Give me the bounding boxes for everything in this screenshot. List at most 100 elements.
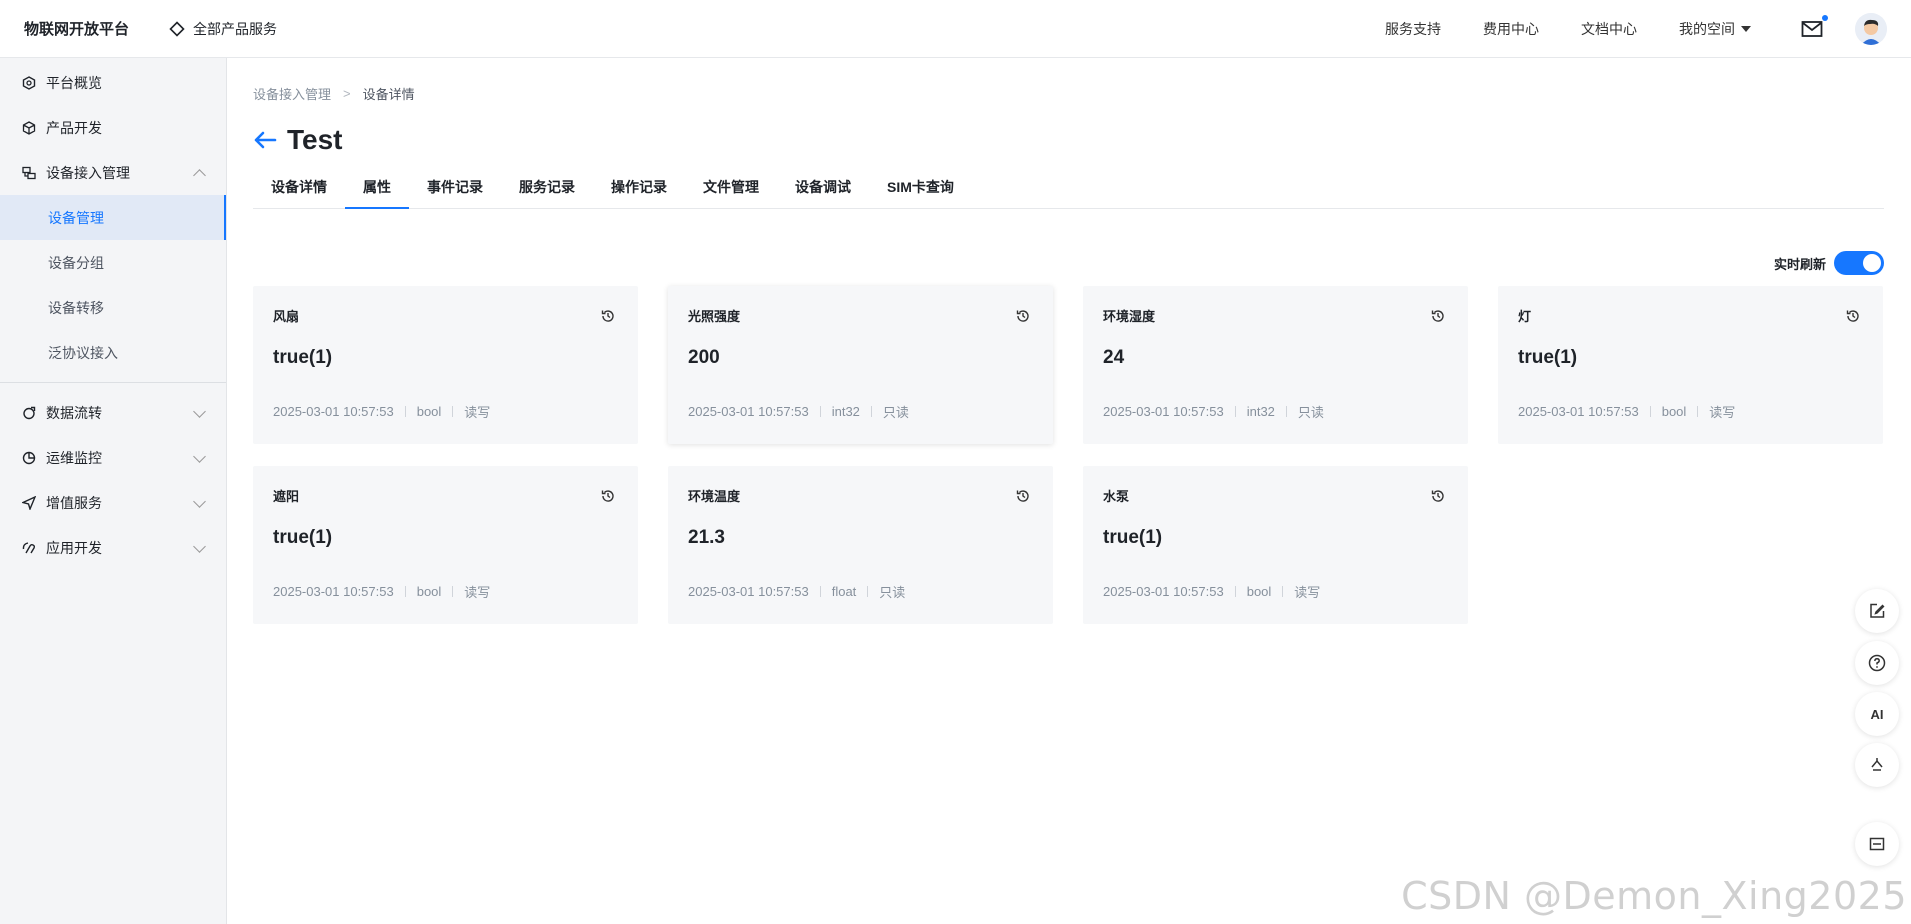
meta-divider (1282, 586, 1284, 597)
property-value: 21.3 (688, 527, 725, 548)
property-name: 灯 (1518, 309, 1532, 324)
property-value: true(1) (1103, 527, 1163, 548)
property-card[interactable]: 环境湿度 24 2025-03-01 10:57:53 int32 只读 (1083, 286, 1468, 444)
tab-properties[interactable]: 属性 (345, 172, 409, 209)
tab-file-management[interactable]: 文件管理 (685, 172, 777, 208)
property-meta: 2025-03-01 10:57:53 int32 只读 (688, 402, 909, 421)
sidebar-item-value-added[interactable]: 增值服务 (0, 480, 226, 525)
chevron-up-icon (193, 169, 206, 182)
sidebar-item-product-dev[interactable]: 产品开发 (0, 105, 226, 150)
property-type: int32 (831, 404, 860, 419)
property-name: 风扇 (273, 309, 300, 324)
sidebar-subitem-device-group[interactable]: 设备分组 (0, 240, 226, 285)
nav-billing-center[interactable]: 费用中心 (1483, 19, 1539, 39)
meta-divider (1697, 406, 1699, 417)
meta-divider (867, 586, 869, 597)
hexagon-icon (21, 75, 37, 91)
property-meta: 2025-03-01 10:57:53 bool 读写 (1103, 582, 1320, 601)
meta-divider (819, 406, 821, 417)
back-arrow-icon[interactable] (253, 130, 277, 150)
property-meta: 2025-03-01 10:57:53 bool 读写 (273, 402, 490, 421)
mail-icon[interactable] (1801, 14, 1828, 38)
edit-float-button[interactable] (1855, 589, 1899, 633)
cube-icon (21, 120, 37, 136)
all-products-label: 全部产品服务 (193, 20, 278, 37)
property-card[interactable]: 风扇 true(1) 2025-03-01 10:57:53 bool 读写 (253, 286, 638, 444)
meta-divider (1649, 406, 1651, 417)
sidebar-subitem-generic-protocol[interactable]: 泛协议接入 (0, 330, 226, 375)
breadcrumb-device-access[interactable]: 设备接入管理 (253, 84, 331, 103)
property-card[interactable]: 水泵 true(1) 2025-03-01 10:57:53 bool 读写 (1083, 466, 1468, 624)
help-icon (1868, 654, 1886, 672)
property-access: 只读 (879, 585, 906, 600)
tab-device-detail[interactable]: 设备详情 (253, 172, 345, 208)
scroll-top-float-button[interactable] (1855, 743, 1899, 787)
history-icon[interactable] (1430, 488, 1446, 504)
sidebar-item-label: 设备接入管理 (46, 164, 130, 181)
history-icon[interactable] (600, 308, 616, 324)
property-time: 2025-03-01 10:57:53 (273, 584, 394, 599)
sidebar-item-label: 运维监控 (46, 449, 102, 466)
property-value: true(1) (1518, 347, 1578, 368)
help-float-button[interactable] (1855, 641, 1899, 685)
avatar[interactable] (1855, 12, 1887, 45)
chevron-down-icon (193, 405, 206, 418)
realtime-refresh-label: 实时刷新 (1773, 256, 1826, 272)
sidebar-subitem-device-management[interactable]: 设备管理 (0, 195, 226, 240)
property-name: 光照强度 (688, 309, 741, 324)
minimize-float-button[interactable] (1855, 822, 1899, 866)
sidebar-item-label: 增值服务 (46, 494, 102, 511)
tab-device-debug[interactable]: 设备调试 (777, 172, 869, 208)
property-time: 2025-03-01 10:57:53 (1103, 584, 1224, 599)
realtime-refresh-toggle[interactable] (1834, 251, 1884, 275)
property-value: true(1) (273, 347, 333, 368)
history-icon[interactable] (1015, 488, 1031, 504)
sidebar-subitem-device-transfer[interactable]: 设备转移 (0, 285, 226, 330)
history-icon[interactable] (1015, 308, 1031, 324)
tab-service-records[interactable]: 服务记录 (501, 172, 593, 208)
history-icon[interactable] (600, 488, 616, 504)
edit-icon (1870, 603, 1885, 618)
caret-down-icon (1741, 25, 1751, 32)
ai-float-button[interactable]: AI (1855, 692, 1899, 736)
nav-docs-center[interactable]: 文档中心 (1581, 19, 1637, 39)
tab-operation-records[interactable]: 操作记录 (593, 172, 685, 208)
property-meta: 2025-03-01 10:57:53 int32 只读 (1103, 402, 1324, 421)
my-space-dropdown[interactable]: 我的空间 (1679, 19, 1751, 39)
sidebar-divider (0, 382, 226, 383)
property-type: bool (1661, 404, 1687, 419)
property-value: 24 (1103, 347, 1125, 368)
property-name: 水泵 (1103, 489, 1130, 504)
brand-title[interactable]: 物联网开放平台 (24, 18, 129, 39)
sidebar-item-app-dev[interactable]: 应用开发 (0, 525, 226, 570)
history-icon[interactable] (1845, 308, 1861, 324)
nav-service-support[interactable]: 服务支持 (1385, 19, 1441, 39)
title-row: Test (253, 124, 343, 156)
notification-dot (1822, 14, 1828, 21)
all-products-button[interactable]: 全部产品服务 (169, 19, 277, 39)
sidebar-item-label: 平台概览 (46, 74, 102, 91)
sidebar-item-device-access[interactable]: 设备接入管理 (0, 150, 226, 195)
sidebar-item-label: 产品开发 (46, 119, 102, 136)
property-card[interactable]: 遮阳 true(1) 2025-03-01 10:57:53 bool 读写 (253, 466, 638, 624)
sidebar-item-ops-monitor[interactable]: 运维监控 (0, 435, 226, 480)
property-value: 200 (688, 347, 720, 368)
property-type: float (831, 584, 857, 599)
page-title: Test (287, 124, 343, 155)
meta-divider (819, 586, 821, 597)
tab-sim-query[interactable]: SIM卡查询 (869, 172, 972, 208)
property-card[interactable]: 灯 true(1) 2025-03-01 10:57:53 bool 读写 (1498, 286, 1883, 444)
realtime-refresh: 实时刷新 (1774, 251, 1884, 275)
tab-bar: 设备详情 属性 事件记录 服务记录 操作记录 文件管理 设备调试 SIM卡查询 (253, 172, 1884, 209)
sidebar-item-overview[interactable]: 平台概览 (0, 60, 226, 105)
property-card[interactable]: 光照强度 200 2025-03-01 10:57:53 int32 只读 (668, 286, 1053, 444)
meta-divider (452, 406, 454, 417)
property-card[interactable]: 环境温度 21.3 2025-03-01 10:57:53 float 只读 (668, 466, 1053, 624)
history-icon[interactable] (1430, 308, 1446, 324)
tab-event-records[interactable]: 事件记录 (409, 172, 501, 208)
property-time: 2025-03-01 10:57:53 (273, 404, 394, 419)
sidebar-item-data-flow[interactable]: 数据流转 (0, 390, 226, 435)
top-nav: 服务支持 费用中心 文档中心 我的空间 (1385, 0, 1911, 57)
property-value: true(1) (273, 527, 333, 548)
sidebar: 平台概览 产品开发 设备接入管理 设备管理 设备分组 设备转移 泛协议接入 数据… (0, 58, 227, 924)
